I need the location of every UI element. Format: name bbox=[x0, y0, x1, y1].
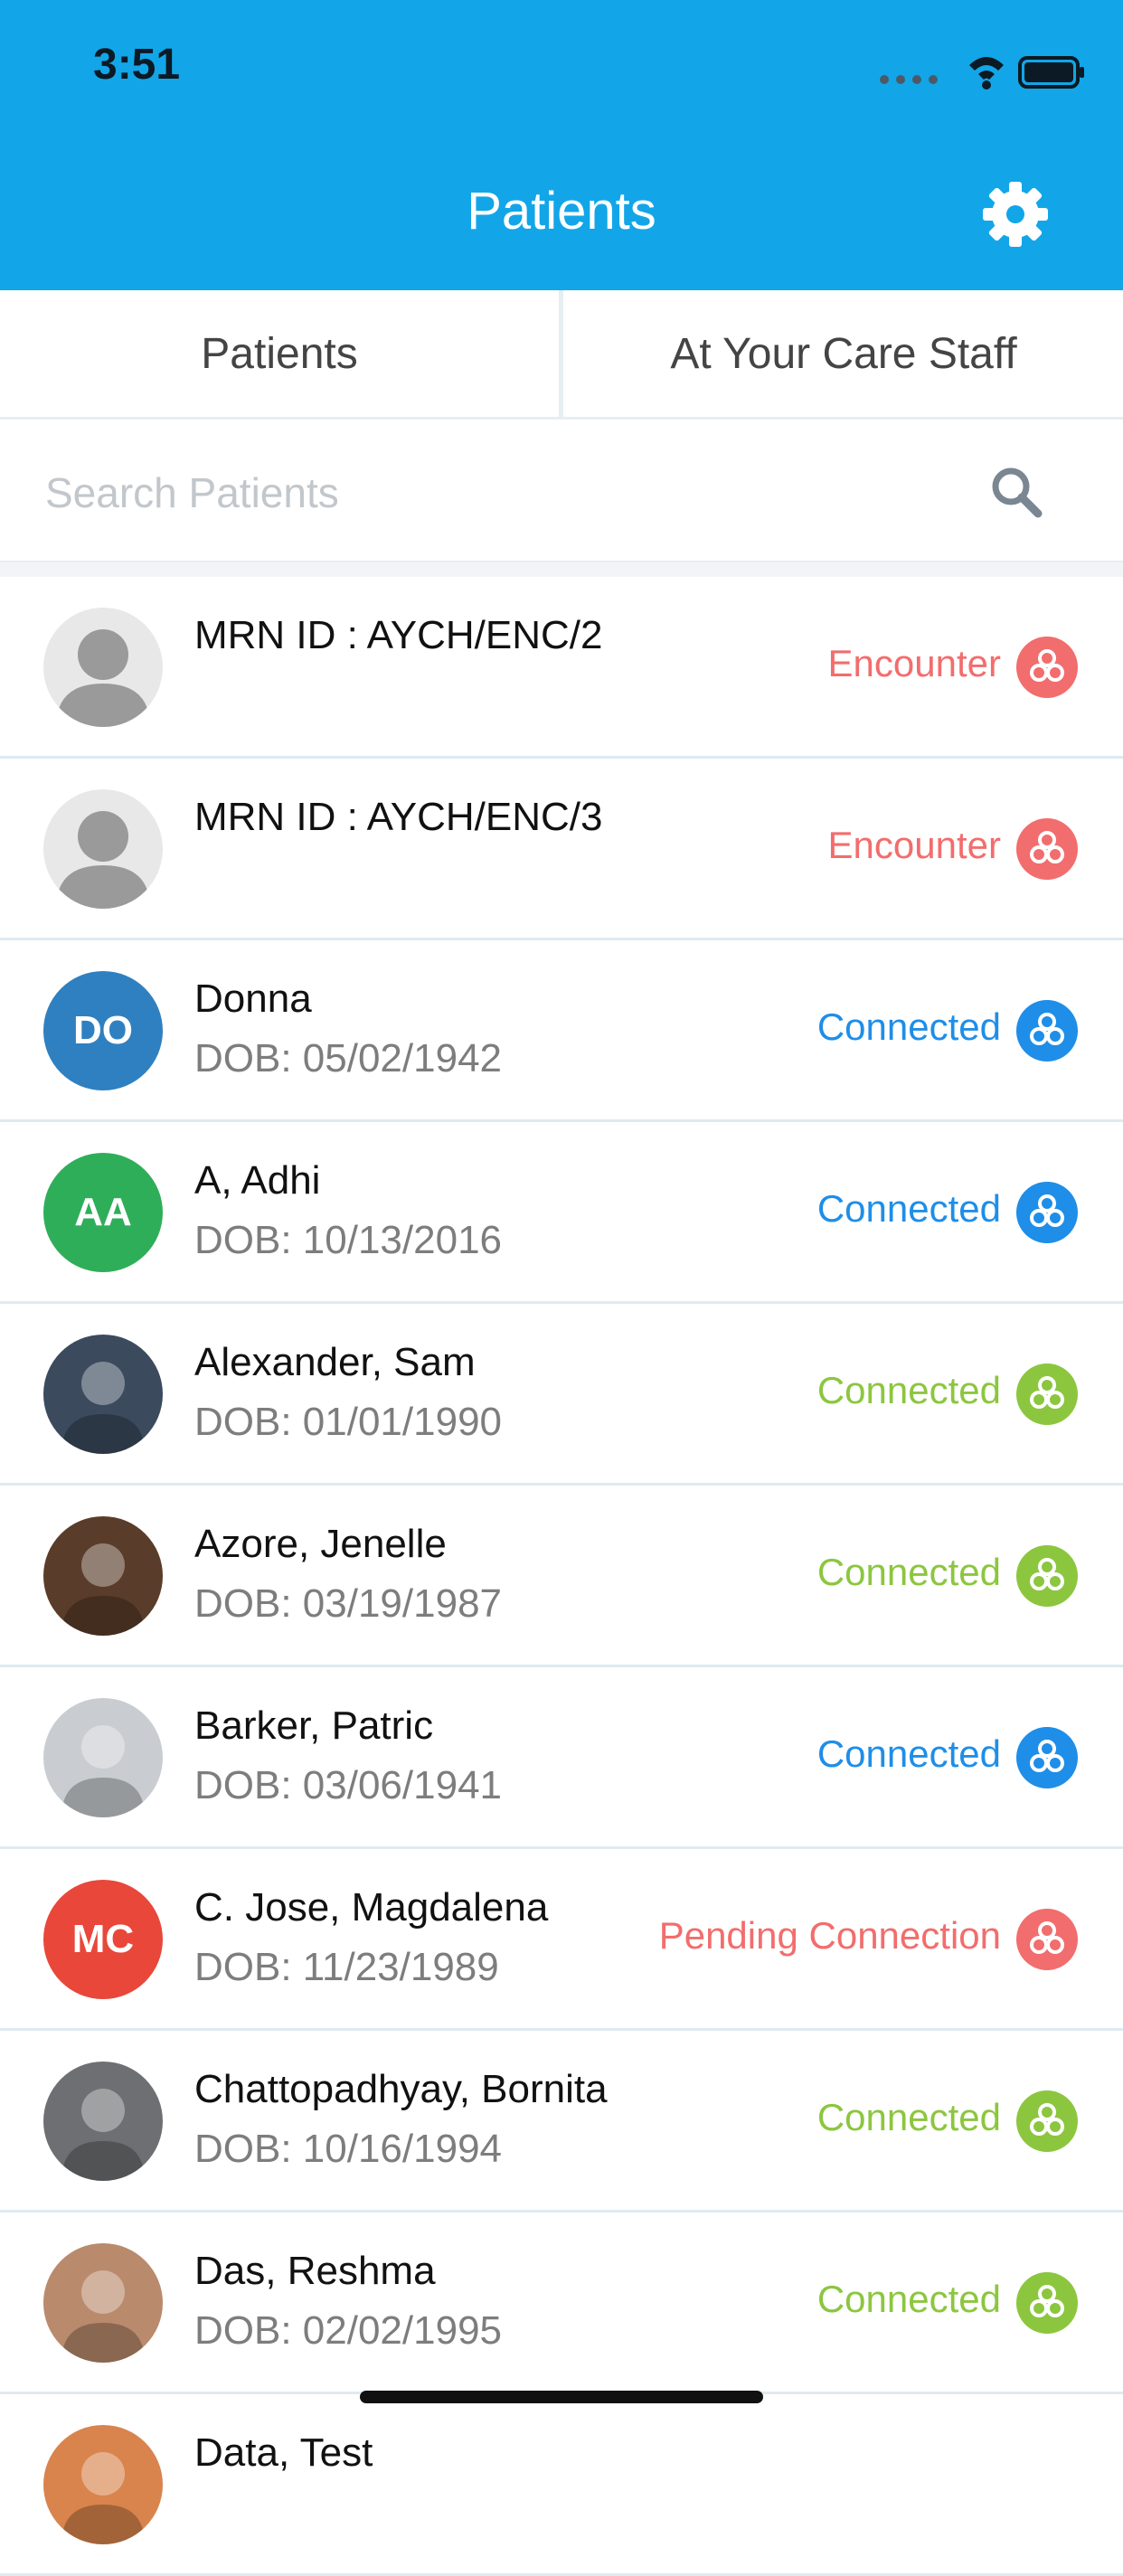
avatar-placeholder bbox=[43, 789, 163, 909]
patient-dob: DOB: 02/02/1995 bbox=[194, 2308, 503, 2353]
patient-name: Alexander, Sam bbox=[194, 1340, 476, 1384]
patient-name: MRN ID : AYCH/ENC/3 bbox=[194, 795, 603, 839]
care-connection-icon[interactable] bbox=[1016, 2272, 1078, 2334]
patient-row[interactable]: DO Donna DOB: 05/02/1942 Connected bbox=[0, 940, 1123, 1122]
patient-name: Donna bbox=[194, 977, 312, 1021]
tab-divider bbox=[559, 290, 563, 417]
avatar-photo bbox=[43, 2243, 163, 2363]
care-connection-icon[interactable] bbox=[1016, 818, 1078, 880]
avatar-photo bbox=[43, 2062, 163, 2181]
patient-name: Azore, Jenelle bbox=[194, 1522, 447, 1566]
patient-name: C. Jose, Magdalena bbox=[194, 1885, 549, 1930]
patient-row[interactable]: AA A, Adhi DOB: 10/13/2016 Connected bbox=[0, 1122, 1123, 1304]
page-title: Patients bbox=[467, 182, 656, 241]
connection-status: Connected bbox=[816, 2096, 1001, 2138]
tab-patients[interactable]: Patients bbox=[0, 290, 559, 417]
app-header: 3:51 Patients bbox=[0, 0, 1123, 290]
avatar: MC bbox=[43, 1880, 163, 1999]
avatar-initials: MC bbox=[71, 1917, 135, 1961]
person-icon bbox=[56, 811, 150, 909]
patient-name: Das, Reshma bbox=[194, 2249, 436, 2293]
patient-row[interactable]: MRN ID : AYCH/ENC/3 Encounter bbox=[0, 759, 1123, 940]
patient-row[interactable]: MC C. Jose, Magdalena DOB: 11/23/1989 Pendi… bbox=[0, 1849, 1123, 2031]
avatar-photo bbox=[43, 2425, 163, 2544]
settings-gear-icon[interactable] bbox=[982, 181, 1049, 248]
patient-row[interactable]: Barker, Patric DOB: 03/06/1941 Connected bbox=[0, 1667, 1123, 1849]
care-connection-icon[interactable] bbox=[1016, 1363, 1078, 1425]
list-separator bbox=[0, 562, 1123, 577]
patient-name: Chattopadhyay, Bornita bbox=[194, 2067, 608, 2111]
patient-name: Data, Test bbox=[194, 2430, 373, 2475]
avatar-photo bbox=[43, 1335, 163, 1454]
status-icons bbox=[880, 56, 1084, 90]
patient-row[interactable]: Alexander, Sam DOB: 01/01/1990 Connected bbox=[0, 1304, 1123, 1486]
patient-name: MRN ID : AYCH/ENC/2 bbox=[194, 613, 603, 657]
avatar-photo bbox=[43, 1516, 163, 1636]
avatar-photo bbox=[43, 1698, 163, 1817]
tab-at-your-care-staff[interactable]: At Your Care Staff bbox=[564, 290, 1123, 417]
patient-dob: DOB: 10/13/2016 bbox=[194, 1218, 503, 1262]
patient-row[interactable]: Das, Reshma DOB: 02/02/1995 Connected bbox=[0, 2213, 1123, 2394]
connection-status: Encounter bbox=[827, 824, 1001, 866]
connection-status: Encounter bbox=[827, 642, 1001, 684]
care-connection-icon[interactable] bbox=[1016, 1909, 1078, 1970]
care-connection-icon[interactable] bbox=[1016, 637, 1078, 698]
connection-status: Connected bbox=[816, 1005, 1001, 1048]
patient-dob: DOB: 01/01/1990 bbox=[194, 1400, 503, 1444]
patient-list: MRN ID : AYCH/ENC/2 Encounter MRN ID : AYC… bbox=[0, 577, 1123, 2576]
connection-status: Connected bbox=[816, 1551, 1001, 1593]
care-connection-icon[interactable] bbox=[1016, 1000, 1078, 1062]
search-bar bbox=[0, 420, 1123, 563]
patient-name: A, Adhi bbox=[194, 1158, 321, 1203]
patient-row[interactable]: Data, Test bbox=[0, 2394, 1123, 2576]
status-time: 3:51 bbox=[93, 41, 181, 89]
care-connection-icon[interactable] bbox=[1016, 1182, 1078, 1243]
patient-dob: DOB: 11/23/1989 bbox=[194, 1945, 499, 1989]
patient-row[interactable]: Azore, Jenelle DOB: 03/19/1987 Connected bbox=[0, 1486, 1123, 1667]
avatar: AA bbox=[43, 1153, 163, 1272]
avatar: DO bbox=[43, 971, 163, 1090]
avatar-initials: DO bbox=[73, 1008, 133, 1052]
patient-dob: DOB: 05/02/1942 bbox=[194, 1036, 503, 1080]
connection-status: Connected bbox=[816, 1187, 1001, 1230]
care-connection-icon[interactable] bbox=[1016, 2090, 1078, 2152]
patient-dob: DOB: 10/16/1994 bbox=[194, 2127, 503, 2171]
patient-dob: DOB: 03/19/1987 bbox=[194, 1581, 503, 1626]
avatar-initials: AA bbox=[74, 1190, 132, 1234]
patient-name: Barker, Patric bbox=[194, 1703, 434, 1748]
patient-dob: DOB: 03/06/1941 bbox=[194, 1763, 503, 1807]
person-icon bbox=[56, 629, 150, 727]
home-indicator bbox=[360, 2391, 763, 2403]
search-input[interactable] bbox=[43, 456, 951, 530]
patient-row[interactable]: Chattopadhyay, Bornita DOB: 10/16/1994 Con… bbox=[0, 2031, 1123, 2213]
avatar-placeholder bbox=[43, 608, 163, 727]
patient-row[interactable]: MRN ID : AYCH/ENC/2 Encounter bbox=[0, 577, 1123, 759]
tab-bar: Patients At Your Care Staff bbox=[0, 290, 1123, 420]
connection-status: Connected bbox=[816, 2278, 1001, 2320]
connection-status: Connected bbox=[816, 1369, 1001, 1411]
care-connection-icon[interactable] bbox=[1016, 1727, 1078, 1788]
connection-status: Pending Connection bbox=[658, 1914, 1001, 1957]
care-connection-icon[interactable] bbox=[1016, 1545, 1078, 1607]
search-icon[interactable] bbox=[987, 463, 1047, 523]
connection-status: Connected bbox=[816, 1732, 1001, 1775]
